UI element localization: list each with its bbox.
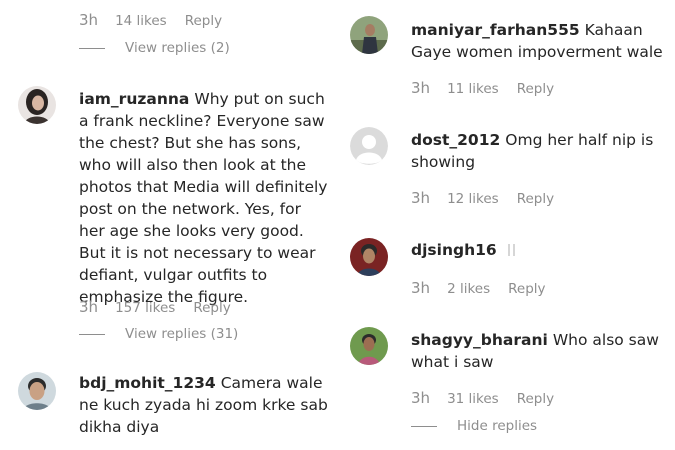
avatar[interactable] [350,16,388,54]
comment-meta: 3h 31 likes Reply [411,389,554,407]
comment-meta: 3h 2 likes Reply [411,279,546,297]
comment-body: bdj_mohit_1234 Camera wale ne kuch zyada … [79,372,334,438]
replies-divider-line [79,333,105,335]
comment-body: maniyar_farhan555 Kahaan Gaye women impov… [411,19,673,63]
likes-count-button[interactable]: 14 likes [115,13,167,29]
avatar[interactable] [18,86,56,124]
likes-count-button[interactable]: 11 likes [447,81,499,97]
likes-count-button[interactable]: 12 likes [447,191,499,207]
hide-replies-label: Hide replies [457,418,538,434]
replies-divider-line [411,425,437,427]
avatar-photo-man [18,372,56,410]
default-user-icon [350,127,388,165]
view-replies-button[interactable]: View replies (2) [79,40,230,56]
comment-text: Why put on such a frank neckline? Everyo… [79,90,328,306]
comment-meta: 3h 12 likes Reply [411,189,554,207]
comment-username[interactable]: shagyy_bharani [411,331,548,349]
comment-time: 3h [411,189,431,207]
comment-username[interactable]: dost_2012 [411,131,500,149]
avatar-photo-man [350,238,388,276]
reply-button[interactable]: Reply [185,13,222,29]
likes-count-button[interactable]: 157 likes [115,300,175,316]
avatar[interactable] [350,327,388,365]
view-replies-label: View replies (2) [125,40,230,56]
comment-meta: 3h 14 likes Reply [79,11,222,29]
avatar-placeholder[interactable] [350,127,388,165]
comment-time: 3h [411,279,431,297]
comment-meta: 3h 11 likes Reply [411,79,554,97]
view-replies-label: View replies (31) [125,326,239,342]
comment-time: 3h [79,11,99,29]
hide-replies-button[interactable]: Hide replies [411,418,537,434]
likes-count-button[interactable]: 31 likes [447,391,499,407]
comment-body: dost_2012 Omg her half nip is showing [411,129,673,173]
comment-time: 3h [411,79,431,97]
avatar[interactable] [350,238,388,276]
reply-button[interactable]: Reply [517,391,554,407]
view-replies-button[interactable]: View replies (31) [79,326,238,342]
comment-body: djsingh16 [411,239,673,262]
comment-username[interactable]: iam_ruzanna [79,90,189,108]
comment-body: iam_ruzanna Why put on such a frank neckl… [79,88,331,308]
reply-button[interactable]: Reply [517,191,554,207]
comment-body: shagyy_bharani Who also saw what i saw [411,329,673,373]
text-placeholder-marks [507,240,518,262]
avatar-photo-woman [18,86,56,124]
comment-time: 3h [79,298,99,316]
reply-button[interactable]: Reply [508,281,545,297]
comment-meta: 3h 157 likes Reply [79,298,231,316]
reply-button[interactable]: Reply [517,81,554,97]
avatar[interactable] [18,372,56,410]
comment-time: 3h [411,389,431,407]
comment-username[interactable]: bdj_mohit_1234 [79,374,216,392]
comment-username[interactable]: maniyar_farhan555 [411,21,580,39]
avatar-photo-outdoor [350,16,388,54]
replies-divider-line [79,47,105,49]
comment-username[interactable]: djsingh16 [411,241,497,259]
avatar-photo-man [350,327,388,365]
likes-count-button[interactable]: 2 likes [447,281,490,297]
reply-button[interactable]: Reply [193,300,230,316]
